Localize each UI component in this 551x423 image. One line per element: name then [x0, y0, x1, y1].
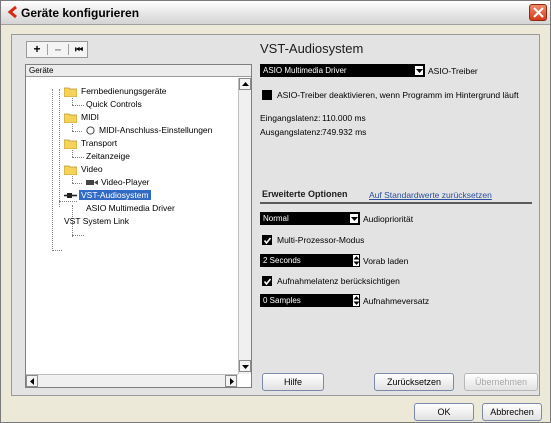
chevron-down-icon — [416, 69, 423, 73]
selected-tree-label: VST-Audiosystem — [79, 190, 151, 200]
tree-connector — [72, 183, 82, 184]
scroll-up-button[interactable] — [239, 78, 251, 90]
main-panel: + – ⏮ Geräte Fernbedienungsgeräte Quick … — [11, 34, 540, 396]
tree-vertical-scrollbar[interactable] — [238, 78, 251, 374]
record-offset-stepper[interactable]: 0 Samples — [260, 294, 360, 307]
up-down-arrows-icon — [353, 296, 360, 305]
tree-item-vst-system-link[interactable]: VST System Link — [64, 216, 129, 227]
cancel-button[interactable]: Abbrechen — [482, 403, 542, 421]
scroll-left-button[interactable] — [26, 375, 38, 387]
stepper-arrows[interactable] — [352, 254, 360, 267]
tree-item-zeitanzeige[interactable]: Zeitanzeige — [86, 151, 130, 162]
checkmark-icon — [263, 237, 272, 245]
multiprocessor-label: Multi-Prozessor-Modus — [277, 235, 365, 245]
tree-connector — [72, 131, 82, 132]
deactivate-checkbox[interactable] — [262, 90, 272, 100]
audio-priority-value: Normal — [263, 214, 289, 223]
input-latency-value: 110.000 ms — [322, 113, 366, 123]
tree-item-asio-multimedia[interactable]: ASIO Multimedia Driver — [86, 203, 175, 214]
folder-icon — [64, 87, 77, 97]
tree-connector — [72, 105, 84, 106]
tree-item-midi[interactable]: MIDI — [81, 112, 99, 123]
close-button[interactable] — [529, 4, 547, 21]
audio-priority-select[interactable]: Normal — [260, 212, 360, 225]
title-bar[interactable]: Geräte konfigurieren — [1, 1, 550, 25]
folder-icon — [64, 113, 77, 123]
video-player-icon — [86, 180, 98, 185]
arrow-left-icon — [30, 378, 34, 385]
output-latency-label: Ausgangslatenz: — [260, 127, 323, 137]
window-title: Geräte konfigurieren — [21, 6, 140, 20]
reset-button[interactable]: Zurücksetzen — [374, 373, 454, 391]
dropdown-arrow — [414, 65, 424, 76]
apply-button[interactable]: Übernehmen — [464, 373, 538, 391]
ok-button[interactable]: OK — [414, 403, 474, 421]
section-divider — [260, 202, 532, 204]
deactivate-label: ASIO-Treiber deaktivieren, wenn Programm… — [277, 90, 519, 100]
tree-header: Geräte — [26, 65, 251, 77]
tree-connector — [52, 250, 62, 251]
reset-device-button[interactable]: ⏮ — [69, 42, 89, 57]
scroll-right-button[interactable] — [225, 375, 237, 387]
tree-item-midi-anschluss[interactable]: MIDI-Anschluss-Einstellungen — [99, 125, 212, 136]
multiprocessor-checkbox[interactable] — [262, 235, 272, 245]
advanced-options-title: Erweiterte Optionen — [262, 189, 348, 199]
tree-item-video-player[interactable]: Video-Player — [101, 177, 150, 188]
reset-defaults-link[interactable]: Auf Standardwerte zurücksetzen — [369, 190, 492, 200]
tree-connector — [59, 201, 77, 202]
record-latency-label: Aufnahmelatenz berücksichtigen — [277, 276, 400, 286]
up-down-arrows-icon — [353, 256, 360, 265]
tree-item-fernbedienungsgeraete[interactable]: Fernbedienungsgeräte — [81, 86, 167, 97]
folder-icon — [64, 165, 77, 175]
record-offset-value: 0 Samples — [263, 296, 301, 305]
record-offset-label: Aufnahmeversatz — [363, 296, 430, 306]
page-title: VST-Audiosystem — [260, 41, 364, 56]
dropdown-arrow — [349, 213, 359, 224]
asio-driver-label: ASIO-Treiber — [428, 66, 478, 76]
tree-connector — [72, 235, 84, 236]
device-tree: Geräte Fernbedienungsgeräte Quick Contro… — [25, 64, 252, 388]
preload-value: 2 Seconds — [263, 256, 301, 265]
close-icon — [533, 7, 544, 18]
arrow-right-icon — [230, 378, 234, 385]
folder-icon — [64, 139, 77, 149]
preload-stepper[interactable]: 2 Seconds — [260, 254, 360, 267]
add-device-button[interactable]: + — [27, 42, 47, 57]
audio-priority-label: Audiopriorität — [363, 214, 414, 224]
cubase-logo-icon — [7, 6, 17, 18]
tree-toolbar: + – ⏮ — [26, 41, 88, 58]
checkmark-icon — [263, 278, 272, 286]
asio-driver-value: ASIO Multimedia Driver — [263, 66, 347, 75]
arrow-up-icon — [242, 82, 249, 86]
dialog-window: Geräte konfigurieren + – ⏮ Geräte Fernbe… — [0, 0, 551, 423]
arrow-down-icon — [242, 365, 249, 369]
asio-driver-select[interactable]: ASIO Multimedia Driver — [260, 64, 425, 77]
tree-connector — [72, 157, 84, 158]
tree-connector — [52, 89, 53, 251]
tree-item-vst-audiosystem[interactable]: VST-Audiosystem — [79, 190, 151, 201]
help-button[interactable]: Hilfe — [262, 373, 324, 391]
record-latency-checkbox[interactable] — [262, 276, 272, 286]
tree-item-transport[interactable]: Transport — [81, 138, 117, 149]
stepper-arrows[interactable] — [352, 294, 360, 307]
tree-connector — [59, 89, 60, 207]
input-latency-label: Eingangslatenz: — [260, 113, 321, 123]
midi-port-icon — [86, 126, 95, 135]
tree-item-video[interactable]: Video — [81, 164, 103, 175]
audio-connector-icon — [64, 193, 77, 198]
output-latency-value: 749.932 ms — [322, 127, 367, 137]
tree-horizontal-scrollbar[interactable] — [26, 374, 238, 387]
preload-label: Vorab laden — [363, 256, 409, 266]
scroll-down-button[interactable] — [239, 360, 251, 372]
chevron-down-icon — [351, 217, 358, 221]
remove-device-button[interactable]: – — [48, 42, 68, 57]
tree-item-quick-controls[interactable]: Quick Controls — [86, 99, 142, 110]
